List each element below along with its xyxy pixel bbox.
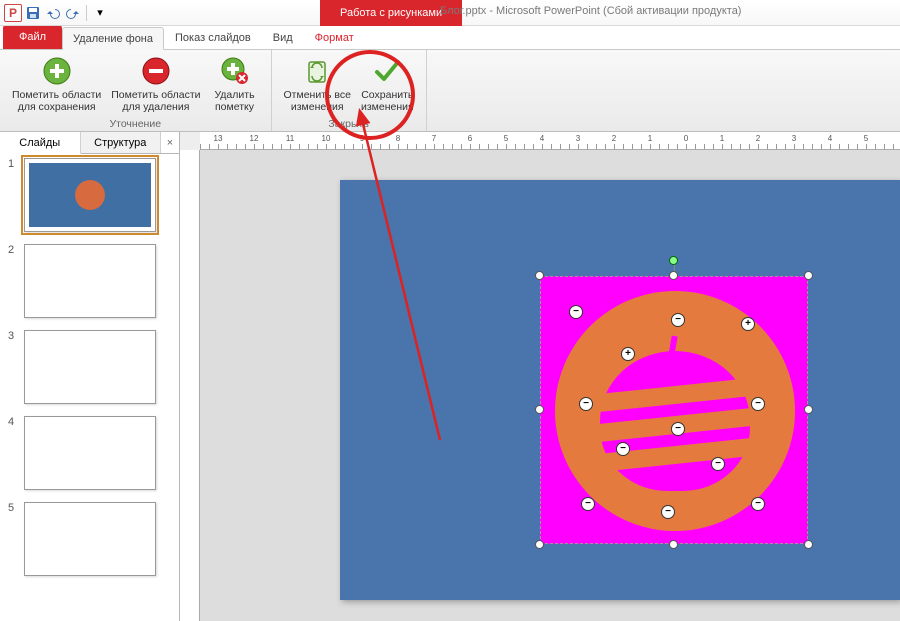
- workspace: Слайды Структура × 1 2 3 4: [0, 132, 900, 621]
- thumbnail-number: 4: [8, 416, 18, 428]
- thumbnail-tab-slides[interactable]: Слайды: [0, 132, 81, 154]
- rotation-handle[interactable]: [669, 256, 678, 265]
- remove-marker-icon[interactable]: +: [741, 317, 755, 331]
- remove-marker-icon[interactable]: +: [621, 347, 635, 361]
- slide-thumbnail-5[interactable]: [24, 502, 156, 576]
- thumbnail-tabs: Слайды Структура ×: [0, 132, 179, 154]
- keep-marker-icon[interactable]: −: [751, 397, 765, 411]
- tab-view[interactable]: Вид: [262, 26, 304, 49]
- app-icon[interactable]: P: [4, 4, 22, 22]
- minus-circle-icon: [140, 55, 172, 87]
- thumbnail-row[interactable]: 2: [8, 244, 171, 318]
- thumbnail-list[interactable]: 1 2 3 4 5: [0, 154, 179, 621]
- mark-areas-keep-button[interactable]: Пометить областидля сохранения: [8, 53, 105, 116]
- undo-icon[interactable]: [44, 4, 62, 22]
- qat-customize-icon[interactable]: ▾: [91, 4, 109, 22]
- resize-handle-n[interactable]: [669, 271, 678, 280]
- ribbon-group-close: Отменить всеизменения Сохранитьизменения…: [272, 50, 427, 131]
- keep-marker-icon[interactable]: −: [581, 497, 595, 511]
- keep-marker-icon[interactable]: −: [661, 505, 675, 519]
- plus-circle-icon: [41, 55, 73, 87]
- slide-canvas[interactable]: − − + + − − − − − − − −: [340, 180, 900, 600]
- tab-remove-background[interactable]: Удаление фона: [62, 27, 164, 50]
- keep-changes-button[interactable]: Сохранитьизменения: [357, 53, 418, 116]
- thumbnail-row[interactable]: 1: [8, 158, 171, 232]
- horizontal-ruler: 13121110987654321012345: [200, 132, 900, 150]
- title-bar: P ▾ Работа с рисунками Блог.pptx - Micro…: [0, 0, 900, 26]
- delete-mark-icon: [219, 55, 251, 87]
- thumbnail-number: 5: [8, 502, 18, 514]
- canvas-area: 13121110987654321012345: [180, 132, 900, 621]
- resize-handle-e[interactable]: [804, 405, 813, 414]
- qat-separator: [86, 5, 87, 21]
- delete-mark-button[interactable]: Удалитьпометку: [207, 53, 263, 116]
- thumbnail-row[interactable]: 3: [8, 330, 171, 404]
- slide-thumbnail-4[interactable]: [24, 416, 156, 490]
- group-label-close: Закрыть: [328, 116, 368, 131]
- resize-handle-ne[interactable]: [804, 271, 813, 280]
- keep-marker-icon[interactable]: −: [579, 397, 593, 411]
- ribbon-tabs: Файл Удаление фона Показ слайдов Вид Фор…: [0, 26, 900, 50]
- background-removal-marquee[interactable]: − − + + − − − − − − − −: [540, 276, 808, 544]
- group-label-refine: Уточнение: [109, 116, 161, 131]
- ribbon-group-refine: Пометить областидля сохранения Пометить …: [0, 50, 272, 131]
- recycle-bin-icon: [301, 55, 333, 87]
- keep-marker-icon[interactable]: −: [671, 313, 685, 327]
- thumbnail-number: 2: [8, 244, 18, 256]
- save-icon[interactable]: [24, 4, 42, 22]
- quick-access-toolbar: P ▾: [0, 4, 109, 22]
- vertical-ruler: [180, 150, 200, 621]
- tab-format[interactable]: Формат: [304, 26, 365, 49]
- thumbnail-panel-close-icon[interactable]: ×: [161, 132, 179, 153]
- slide-thumbnail-2[interactable]: [24, 244, 156, 318]
- keep-marker-icon[interactable]: −: [569, 305, 583, 319]
- tab-slideshow[interactable]: Показ слайдов: [164, 26, 262, 49]
- redo-icon[interactable]: [64, 4, 82, 22]
- thumbnail-row[interactable]: 4: [8, 416, 171, 490]
- thumbnail-number: 1: [8, 158, 18, 170]
- picture-circle: [555, 291, 795, 531]
- thumbnail-tab-outline[interactable]: Структура: [81, 132, 162, 153]
- checkmark-icon: [371, 55, 403, 87]
- slide-thumbnail-1[interactable]: [24, 158, 156, 232]
- keep-marker-icon[interactable]: −: [751, 497, 765, 511]
- thumbnail-panel: Слайды Структура × 1 2 3 4: [0, 132, 180, 621]
- resize-handle-s[interactable]: [669, 540, 678, 549]
- discard-changes-button[interactable]: Отменить всеизменения: [280, 53, 355, 116]
- keep-marker-icon[interactable]: −: [711, 457, 725, 471]
- window-title: Блог.pptx - Microsoft PowerPoint (Сбой а…: [440, 5, 741, 17]
- resize-handle-se[interactable]: [804, 540, 813, 549]
- resize-handle-w[interactable]: [535, 405, 544, 414]
- keep-marker-icon[interactable]: −: [671, 422, 685, 436]
- resize-handle-sw[interactable]: [535, 540, 544, 549]
- resize-handle-nw[interactable]: [535, 271, 544, 280]
- thumbnail-row[interactable]: 5: [8, 502, 171, 576]
- slide-stage[interactable]: − − + + − − − − − − − −: [200, 150, 900, 621]
- thumbnail-number: 3: [8, 330, 18, 342]
- file-tab[interactable]: Файл: [3, 25, 62, 49]
- keep-marker-icon[interactable]: −: [616, 442, 630, 456]
- picture-selection[interactable]: − − + + − − − − − − − −: [540, 276, 808, 544]
- mark-areas-remove-button[interactable]: Пометить областидля удаления: [107, 53, 204, 116]
- slide-thumbnail-3[interactable]: [24, 330, 156, 404]
- ribbon: Пометить областидля сохранения Пометить …: [0, 50, 900, 132]
